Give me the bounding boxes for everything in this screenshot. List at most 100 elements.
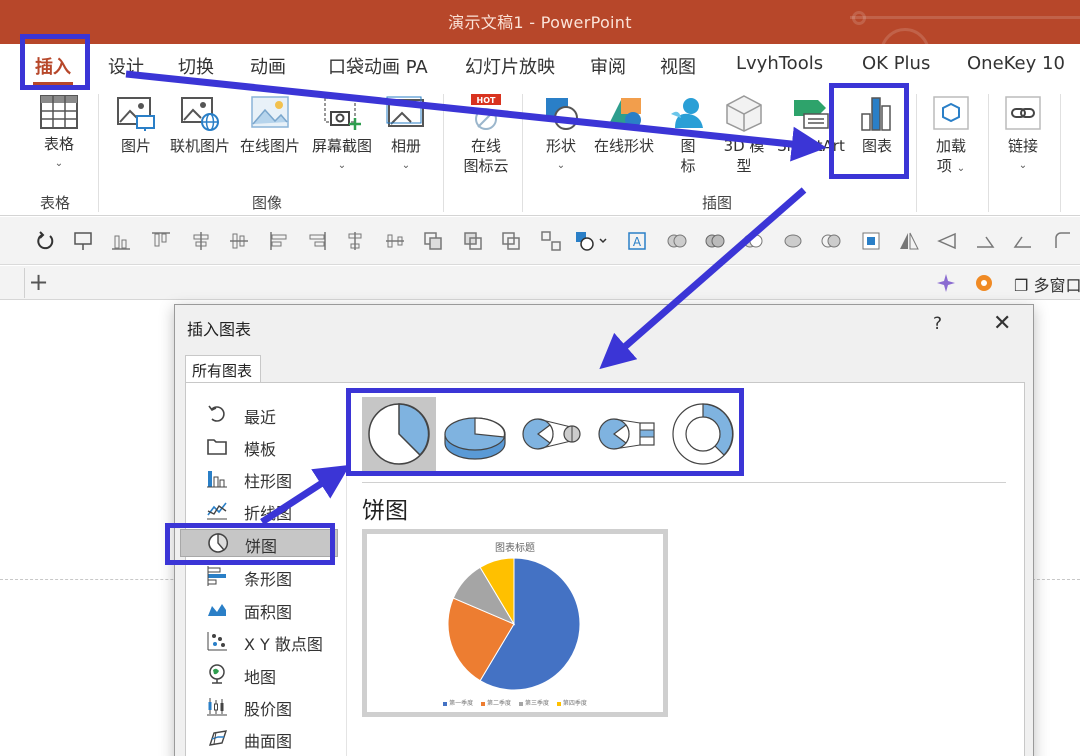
align-bottom-icon[interactable] <box>110 230 132 252</box>
group-objects-icon[interactable] <box>422 230 444 252</box>
merge-shapes-icon[interactable] <box>666 230 688 252</box>
group-label-illustrations: 插图 <box>702 194 733 212</box>
link-button[interactable]: 链接 ⌄ <box>1000 94 1046 176</box>
bring-forward-icon[interactable] <box>462 230 484 252</box>
icons-button[interactable]: 图 标 <box>666 94 710 176</box>
shapes-button[interactable]: 形状 ⌄ <box>536 94 586 176</box>
icons-label-line1: 图 <box>680 137 696 155</box>
online-picture-button[interactable]: 联机图片 <box>166 94 234 156</box>
highlight-insert-tab <box>20 34 90 90</box>
album-button[interactable]: 相册 ⌄ <box>383 94 429 176</box>
close-icon: ✕ <box>993 311 1012 336</box>
rotate-icon[interactable] <box>34 230 56 252</box>
subtract-shapes-icon[interactable] <box>860 230 882 252</box>
legend-item: 第四季度 <box>556 700 587 707</box>
icons-icon <box>671 98 703 128</box>
highlight-pie-category <box>165 523 335 565</box>
area-chart-icon <box>208 604 226 616</box>
chevron-down-icon: ⌄ <box>1018 160 1028 171</box>
align-middle-icon[interactable] <box>228 230 250 252</box>
presentation-icon[interactable] <box>72 230 94 252</box>
send-backward-icon[interactable] <box>500 230 522 252</box>
close-button[interactable]: ✕ <box>993 311 1011 336</box>
crop-icon[interactable] <box>1052 230 1074 252</box>
legend-item: 第三季度 <box>518 700 549 707</box>
window-icon: ❐ <box>1014 276 1029 295</box>
rotate-right-icon[interactable] <box>974 230 996 252</box>
tab-animations[interactable]: 动画 <box>250 53 286 79</box>
group-divider <box>443 94 444 212</box>
tab-lvyhtools[interactable]: LvyhTools <box>736 53 823 74</box>
selected-chart-heading: 饼图 <box>362 498 408 524</box>
shape-fill-icon[interactable] <box>574 230 608 252</box>
rotate-left-icon[interactable] <box>1012 230 1034 252</box>
tab-pocket-animation[interactable]: 口袋动画 PA <box>328 53 428 79</box>
title-bar: 演示文稿1 - PowerPoint <box>0 0 1080 44</box>
distribute-vertical-icon[interactable] <box>344 230 366 252</box>
3d-model-label-line1: 3D 模 <box>723 137 765 155</box>
align-right-icon[interactable] <box>306 230 328 252</box>
online-shapes-button[interactable]: 在线形状 <box>590 94 658 156</box>
multi-window-button[interactable]: ❐ 多窗口 <box>1014 272 1080 296</box>
group-divider <box>98 94 99 212</box>
smartart-icon <box>794 100 829 129</box>
tab-slideshow[interactable]: 幻灯片放映 <box>465 53 555 79</box>
distribute-horizontal-icon[interactable] <box>384 230 406 252</box>
tab-design[interactable]: 设计 <box>108 53 144 79</box>
group-label-images: 图像 <box>252 194 283 212</box>
help-button[interactable]: ? <box>933 314 942 334</box>
add-tab-button[interactable]: + <box>24 268 52 298</box>
online-picture-icon <box>181 97 219 131</box>
tab-okplus[interactable]: OK Plus <box>862 53 930 74</box>
addins-label-line2: 项 ⌄ <box>936 157 966 175</box>
tab-all-charts[interactable]: 所有图表 <box>185 355 261 383</box>
addins-label-line1: 加载 <box>935 137 966 155</box>
settings-icon[interactable] <box>974 273 994 293</box>
ribbon: 表格 ⌄ 表格 图片 联机图片 在线图片 屏幕截图 ⌄ 相册 ⌄ 图像 HOT … <box>0 88 1080 216</box>
align-top-icon[interactable] <box>150 230 172 252</box>
globe-map-icon <box>209 664 225 684</box>
tab-review[interactable]: 审阅 <box>590 53 626 79</box>
picture-icon <box>117 97 155 131</box>
picture-button[interactable]: 图片 <box>112 94 160 156</box>
surface-chart-icon <box>208 730 228 746</box>
tab-view[interactable]: 视图 <box>660 53 696 79</box>
chevron-down-icon: ⌄ <box>54 158 64 169</box>
section-divider <box>362 482 1006 483</box>
text-box-icon[interactable]: A <box>626 230 648 252</box>
svg-text:HOT: HOT <box>477 96 496 105</box>
tab-transitions[interactable]: 切换 <box>178 53 214 79</box>
3d-model-button[interactable]: 3D 模 型 <box>716 94 772 176</box>
3d-model-icon <box>726 95 762 132</box>
preview-pie-chart <box>447 557 581 691</box>
icon-cloud-button[interactable]: HOT 在线 图标云 <box>456 94 516 176</box>
union-shapes-icon[interactable] <box>704 230 726 252</box>
tab-onekey[interactable]: OneKey 10 <box>967 53 1065 74</box>
magic-icon[interactable] <box>936 273 956 293</box>
3d-model-label-line2: 型 <box>736 157 752 175</box>
table-button[interactable]: 表格 ⌄ <box>34 94 84 174</box>
addins-button[interactable]: 加载 项 ⌄ <box>928 94 974 179</box>
preview-legend: 第一季度 第二季度 第三季度 第四季度 <box>367 698 663 707</box>
window-title: 演示文稿1 - PowerPoint <box>448 13 632 32</box>
chart-preview[interactable]: 图表标题 第一季度 第二季度 第三季度 第四季度 <box>362 529 668 717</box>
align-left-icon[interactable] <box>268 230 290 252</box>
align-center-horizontal-icon[interactable] <box>190 230 212 252</box>
multi-window-label: 多窗口 <box>1033 276 1080 295</box>
online-shapes-icon <box>607 98 641 128</box>
flip-horizontal-icon[interactable] <box>898 230 920 252</box>
undo-icon <box>208 405 225 422</box>
column-chart-icon <box>207 471 227 488</box>
scatter-chart-icon <box>207 632 227 651</box>
ungroup-icon[interactable] <box>540 230 562 252</box>
online-picture-label: 联机图片 <box>169 137 230 155</box>
screenshot-button[interactable]: 屏幕截图 ⌄ <box>306 94 378 176</box>
combine-shapes-icon[interactable] <box>742 230 764 252</box>
intersect-shapes-icon[interactable] <box>820 230 842 252</box>
icon-cloud-label-line2: 图标云 <box>463 157 509 175</box>
shapes-label: 形状 <box>545 137 576 155</box>
flip-vertical-icon[interactable] <box>936 230 958 252</box>
fragment-shapes-icon[interactable] <box>782 230 804 252</box>
online-image-button[interactable]: 在线图片 <box>236 94 304 156</box>
shapes-icon <box>546 98 578 130</box>
